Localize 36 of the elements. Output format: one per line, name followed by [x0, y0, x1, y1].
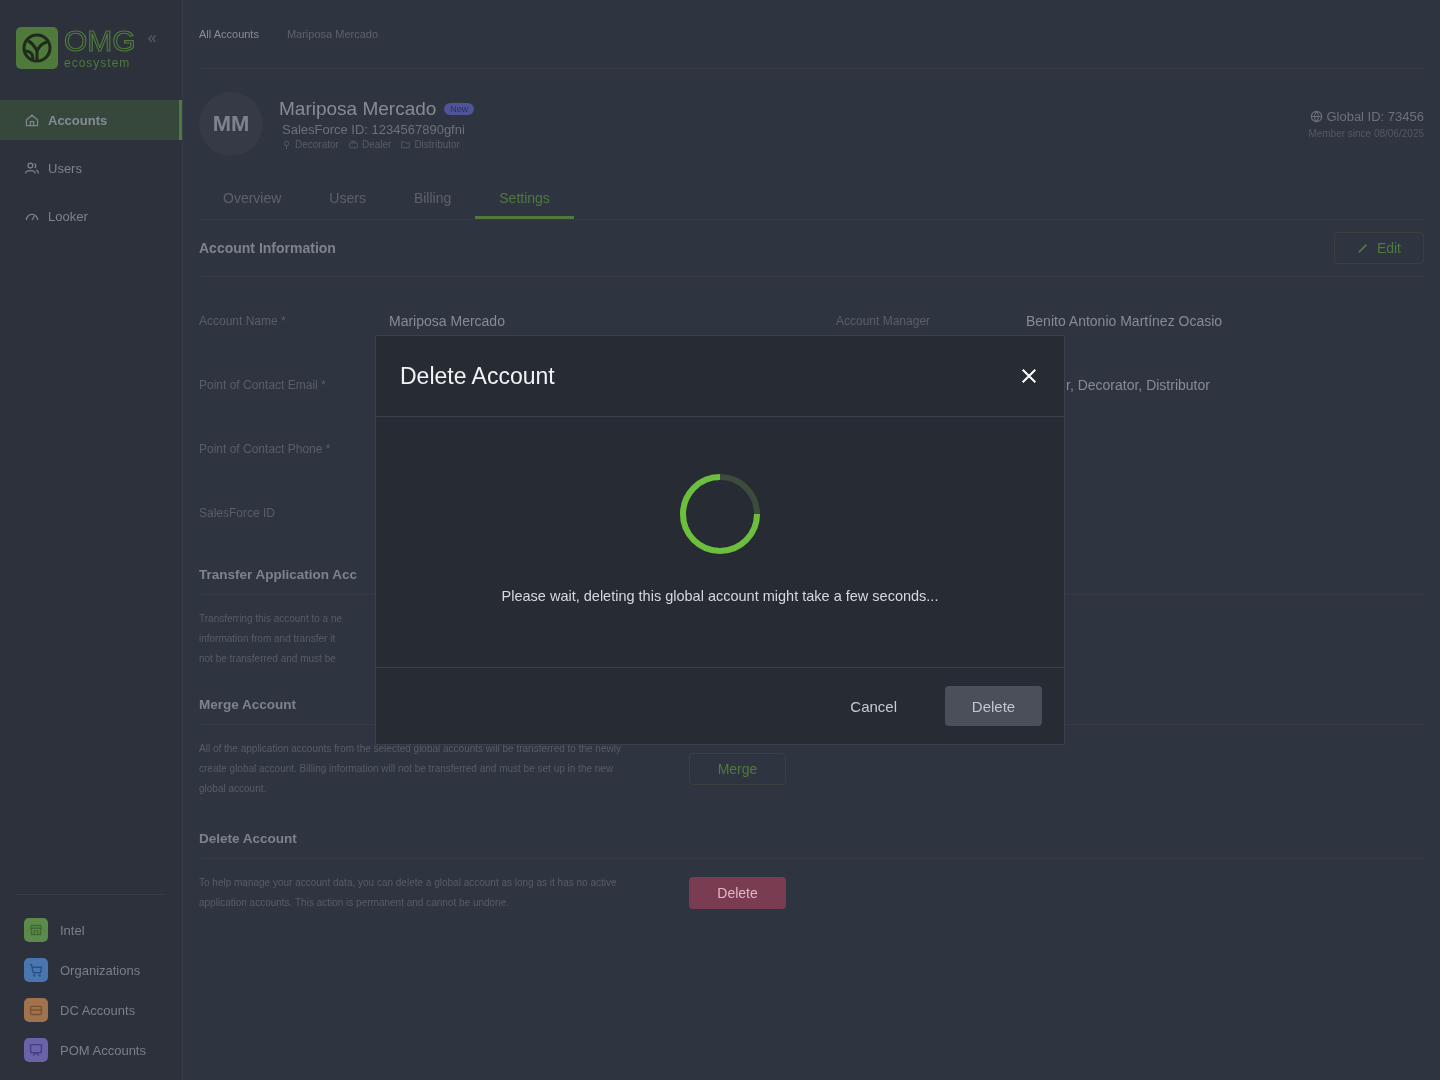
- spinner-icon: [678, 472, 762, 556]
- global-id: Global ID: 73456: [1326, 109, 1424, 124]
- account-name: Mariposa Mercado: [279, 98, 437, 120]
- app-link[interactable]: POM Accounts: [24, 1038, 166, 1062]
- salesforce-id: SalesForce ID: 1234567890gfni: [281, 122, 466, 137]
- field-value: Mariposa Mercado: [389, 313, 506, 329]
- people-icon: [24, 160, 40, 176]
- app-link[interactable]: Intel: [24, 918, 166, 942]
- pencil-icon: [1356, 242, 1369, 254]
- house-icon: [24, 112, 40, 128]
- field-value: Benito Antonio Martínez Ocasio: [1026, 313, 1224, 329]
- nav-item[interactable]: Accounts: [0, 100, 182, 140]
- avatar: MM: [199, 92, 263, 156]
- nav-item[interactable]: Users: [0, 148, 182, 188]
- cancel-button[interactable]: Cancel: [850, 697, 897, 715]
- breadcrumb-link[interactable]: All Accounts: [199, 28, 259, 40]
- delete-button[interactable]: Delete: [689, 877, 786, 909]
- nav-item[interactable]: Looker: [0, 196, 182, 236]
- briefcase-icon: [347, 139, 359, 150]
- logo-wordmark: OMG: [64, 27, 136, 55]
- section-title: Delete Account: [199, 809, 1424, 859]
- globe-icon: [1310, 110, 1324, 123]
- close-icon: [1020, 367, 1038, 385]
- app-link[interactable]: DC Accounts: [24, 998, 166, 1022]
- app-link[interactable]: Organizations: [24, 958, 166, 982]
- field-value: r, Decorator, Distributor: [1065, 377, 1211, 393]
- collapse-button[interactable]: «: [147, 29, 157, 47]
- tab[interactable]: Settings: [475, 179, 574, 219]
- logo-tagline: ecosystem: [64, 55, 132, 71]
- folder-icon: [400, 139, 412, 150]
- edit-button[interactable]: Edit: [1333, 232, 1424, 264]
- section-title: Account Information: [199, 240, 336, 256]
- new-badge: New: [444, 103, 475, 115]
- dialog-title: Delete Account: [400, 362, 555, 390]
- merge-button[interactable]: Merge: [689, 753, 786, 785]
- pin-icon: [281, 139, 292, 150]
